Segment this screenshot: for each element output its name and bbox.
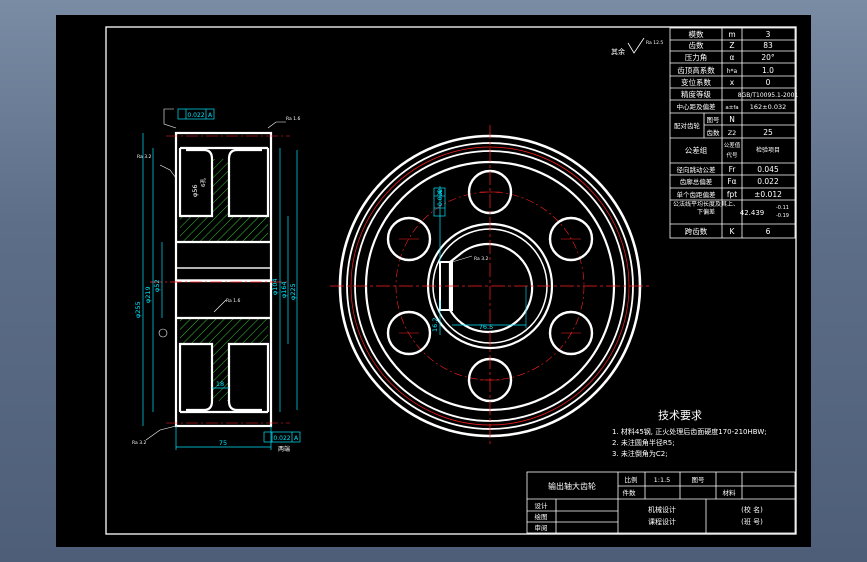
param-val-14: 6 bbox=[766, 227, 771, 236]
param-name-5: 精度等级 bbox=[681, 89, 711, 99]
param-sym-11: Fα bbox=[727, 177, 736, 186]
param-name-7: 配对齿轮 bbox=[674, 121, 701, 130]
web-section-top bbox=[212, 159, 229, 216]
runout-bottom-val: 0.022 bbox=[273, 435, 290, 442]
ra-label-2: Ra 1.6 bbox=[226, 298, 241, 304]
param-val-2: 20° bbox=[761, 53, 775, 62]
param-val-10: 0.045 bbox=[757, 165, 779, 174]
tech-item-1: 2. 未注圆角半径R5; bbox=[612, 438, 675, 447]
param-sym-12: fpt bbox=[727, 190, 737, 199]
param-name-9: 公差组 bbox=[685, 145, 708, 155]
keyway-ra: Ra 3.2 bbox=[474, 256, 489, 262]
drafter-label: 绘图 bbox=[535, 512, 548, 521]
material-label: 材料 bbox=[723, 488, 737, 497]
checker-label: 审阅 bbox=[535, 523, 548, 532]
param-name-3: 齿顶高系数 bbox=[677, 65, 715, 75]
ratio-label: 比例 bbox=[625, 475, 638, 484]
param-val-5: 8GB/T10095.1-2001 bbox=[738, 92, 799, 99]
part-name: 输出轴大齿轮 bbox=[548, 481, 596, 491]
dim-d3: φ225 bbox=[289, 283, 297, 300]
course-line1: 机械设计 bbox=[648, 505, 676, 514]
designer-label: 设计 bbox=[535, 501, 549, 510]
param-sym-1: Z bbox=[729, 41, 734, 50]
param-val-9: 检验项目 bbox=[756, 146, 780, 154]
param-val-1: 83 bbox=[763, 41, 773, 50]
param-wk-dev-top: -0.11 bbox=[776, 205, 789, 211]
param-sym-10: Fr bbox=[729, 165, 737, 174]
drawing-no-label: 图号 bbox=[692, 476, 706, 484]
param-val-8: 25 bbox=[763, 128, 773, 137]
hub-section-top bbox=[180, 216, 268, 242]
param-tol-sub1: 公差值 bbox=[724, 141, 741, 149]
param-sym-6: a±fa bbox=[725, 105, 738, 111]
param-sym-0: m bbox=[728, 30, 735, 39]
param-sym-2: α bbox=[730, 53, 735, 62]
ratio-value: 1:1.5 bbox=[654, 476, 671, 484]
count-label: 件数 bbox=[623, 488, 637, 497]
param-wk-dev-bottom: -0.19 bbox=[776, 213, 789, 219]
course-line2: 课程设计 bbox=[648, 517, 676, 526]
dim-total-width: 75 bbox=[219, 439, 227, 447]
dim-web: 18 bbox=[216, 380, 224, 388]
tech-item-2: 3. 未注倒角为C2; bbox=[612, 449, 668, 458]
ra-label-3: Ra 3.2 bbox=[132, 440, 147, 446]
param-name-1: 齿数 bbox=[689, 40, 704, 50]
param-name-10: 径向跳动公差 bbox=[677, 165, 717, 174]
param-val-12: ±0.012 bbox=[754, 190, 782, 199]
param-name-13-box: 公法线平均长度及其上、下偏差 bbox=[672, 201, 739, 216]
dim-d2: φ104 bbox=[271, 278, 279, 295]
param-name-4: 变位系数 bbox=[681, 77, 711, 87]
tech-title: 技术要求 bbox=[658, 409, 702, 422]
param-name-0: 模数 bbox=[689, 29, 704, 39]
param-pair-sym: N bbox=[729, 115, 735, 124]
param-val-13: 42.439 bbox=[740, 209, 765, 217]
param-name-12: 单个齿距偏差 bbox=[677, 190, 717, 199]
ra-label-0: Ra 1.6 bbox=[286, 116, 301, 122]
param-val-4: 0 bbox=[766, 78, 771, 87]
web-section-bottom bbox=[212, 344, 229, 401]
param-val-3: 1.0 bbox=[762, 66, 774, 75]
param-name-2: 压力角 bbox=[685, 52, 708, 62]
hub-section-bottom bbox=[180, 318, 268, 344]
param-pair-teeth-sym: Z2 bbox=[728, 129, 737, 137]
note-bottom: 两端 bbox=[278, 445, 290, 453]
keyway-depth: 76.5 bbox=[479, 323, 493, 331]
param-sym-3: h*a bbox=[727, 68, 738, 75]
param-sym-4: x bbox=[730, 78, 735, 87]
ra-label-1: Ra 3.2 bbox=[137, 154, 152, 160]
param-name-11: 齿廓总偏差 bbox=[680, 177, 713, 186]
dim-tip-dia: φ255 bbox=[134, 301, 142, 318]
param-sym-7: 图号 bbox=[707, 116, 721, 124]
param-val-0: 3 bbox=[766, 30, 771, 39]
dim-hole-tag: 6孔 bbox=[199, 178, 207, 187]
runout-top-val: 0.022 bbox=[187, 112, 204, 119]
param-val-11: 0.022 bbox=[757, 177, 779, 186]
dim-bore-dia: φ52 bbox=[153, 279, 161, 292]
tech-item-0: 1. 材料45钢, 正火处理后齿面硬度170-210HBW; bbox=[612, 427, 767, 436]
cad-viewport: 模数 m 3 齿数 Z 83 压力角 α 20° 齿顶高系数 h*a 1.0 变… bbox=[56, 15, 811, 547]
param-tol-sub2: 代号 bbox=[726, 151, 738, 159]
param-name-13: 公法线平均长度及其上、下偏差 bbox=[672, 201, 739, 216]
school-line2: (班 号) bbox=[741, 517, 763, 526]
roughness-label: 其余 bbox=[611, 47, 625, 56]
param-val-6: 162±0.032 bbox=[750, 103, 786, 111]
roughness-value: Ra 12.5 bbox=[646, 40, 663, 46]
dim-hub-dia: φ219 bbox=[144, 286, 152, 303]
param-sym-8: 齿数 bbox=[707, 128, 721, 137]
school-line1: (校 名) bbox=[741, 505, 763, 514]
dim-d1: φ164 bbox=[280, 281, 288, 298]
param-name-6: 中心距及偏差 bbox=[677, 102, 717, 111]
dim-hole: φ56 bbox=[191, 184, 199, 197]
param-name-14: 跨齿数 bbox=[685, 226, 708, 236]
key-width: 16.2 bbox=[431, 318, 439, 332]
